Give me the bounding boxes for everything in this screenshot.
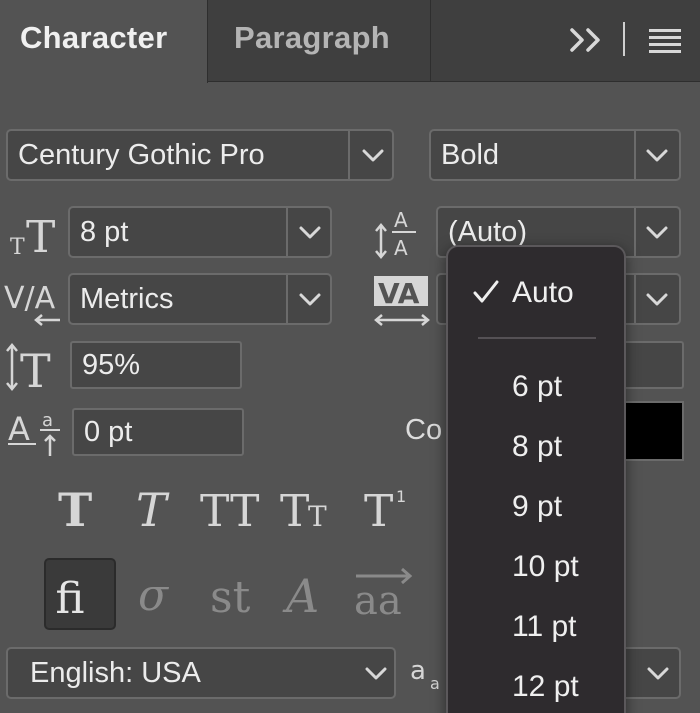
stylistic-alternates-icon[interactable]: aa xyxy=(352,558,424,630)
svg-text:A: A xyxy=(8,410,30,448)
chevron-down-icon xyxy=(646,293,668,306)
baseline-shift-input[interactable]: 0 pt xyxy=(72,408,244,456)
menu-item-6pt[interactable]: 6 pt xyxy=(448,359,624,415)
menu-item-12pt[interactable]: 12 pt xyxy=(448,659,624,713)
svg-text:st: st xyxy=(210,572,251,623)
svg-text:T: T xyxy=(308,500,327,533)
panel-menu-icon[interactable] xyxy=(648,26,682,54)
svg-text:A: A xyxy=(394,208,408,232)
chevron-down-icon xyxy=(299,293,321,306)
kerning-value: Metrics xyxy=(80,283,174,315)
svg-text:a: a xyxy=(410,656,426,686)
svg-text:V/A: V/A xyxy=(4,281,56,316)
faux-bold-icon[interactable]: T xyxy=(50,480,110,536)
menu-item-label: 8 pt xyxy=(512,430,563,463)
toolbar-separator xyxy=(623,22,625,56)
menu-item-9pt[interactable]: 9 pt xyxy=(448,479,624,535)
contextual-alternates-icon[interactable]: σ xyxy=(130,558,202,630)
ligature-fi-icon: fi xyxy=(55,574,84,624)
svg-text:fi: fi xyxy=(55,574,84,624)
svg-text:T: T xyxy=(20,344,51,393)
menu-item-label: 12 pt xyxy=(512,670,579,703)
chevron-down-icon xyxy=(362,149,384,162)
leading-options-menu: Auto 6 pt 8 pt 9 pt 10 pt 11 pt 12 pt xyxy=(446,245,626,713)
vertical-scale-icon: T xyxy=(6,343,51,393)
svg-text:T: T xyxy=(26,212,55,258)
swash-icon[interactable]: A xyxy=(278,558,350,630)
chevron-down-icon xyxy=(647,667,669,680)
menu-item-label: 10 pt xyxy=(512,550,579,583)
svg-text:T: T xyxy=(58,483,92,536)
svg-text:T: T xyxy=(280,486,309,536)
menu-item-label: 11 pt xyxy=(512,610,577,643)
font-family-dropdown[interactable]: Century Gothic Pro xyxy=(6,129,394,181)
color-swatch[interactable] xyxy=(620,401,684,461)
panel-tab-bar: Character Paragraph xyxy=(0,0,700,83)
menu-separator xyxy=(478,337,596,339)
small-caps-icon[interactable]: T T xyxy=(278,480,348,536)
collapse-panel-icon[interactable] xyxy=(568,22,608,58)
svg-text:T: T xyxy=(364,486,393,536)
svg-text:a: a xyxy=(430,674,440,693)
svg-text:A: A xyxy=(282,569,319,623)
svg-text:TT: TT xyxy=(200,486,260,536)
tracking-icon: VA xyxy=(374,276,430,326)
language-dropdown[interactable]: English: USA xyxy=(6,647,396,699)
font-family-value: Century Gothic Pro xyxy=(18,139,265,171)
font-size-icon: T T xyxy=(10,212,55,258)
kerning-dropdown[interactable]: Metrics xyxy=(68,273,332,325)
font-style-value: Bold xyxy=(441,139,500,171)
baseline-shift-icon: A a xyxy=(8,410,60,456)
tab-character-label: Character xyxy=(20,20,168,55)
svg-text:VA: VA xyxy=(378,277,420,310)
checkmark-icon xyxy=(473,280,499,303)
menu-item-label: Auto xyxy=(512,276,574,309)
menu-item-label: 9 pt xyxy=(512,490,563,523)
anti-aliasing-icon: a a xyxy=(410,656,440,693)
svg-text:T: T xyxy=(136,483,170,536)
svg-text:T: T xyxy=(10,235,25,258)
vertical-scale-input[interactable]: 95% xyxy=(70,341,242,389)
chevron-down-icon xyxy=(365,667,387,680)
baseline-shift-value: 0 pt xyxy=(84,416,133,448)
tab-character[interactable]: Character xyxy=(0,0,208,83)
menu-item-10pt[interactable]: 10 pt xyxy=(448,539,624,595)
menu-item-label: 6 pt xyxy=(512,370,563,403)
language-value: English: USA xyxy=(30,657,201,689)
kerning-icon: V/A xyxy=(4,281,60,326)
leading-icon: A A xyxy=(375,208,416,260)
svg-text:a: a xyxy=(42,410,53,431)
faux-italic-icon[interactable]: T xyxy=(126,480,186,536)
font-size-value: 8 pt xyxy=(80,216,129,248)
superscript-icon[interactable]: T 1 xyxy=(360,480,420,536)
menu-item-auto[interactable]: Auto xyxy=(448,265,624,321)
font-size-dropdown[interactable]: 8 pt xyxy=(68,206,332,258)
svg-text:aa: aa xyxy=(354,578,402,624)
menu-item-11pt[interactable]: 11 pt xyxy=(448,599,624,655)
tab-divider xyxy=(430,0,431,82)
tab-paragraph[interactable]: Paragraph xyxy=(234,20,390,56)
all-caps-icon[interactable]: TT xyxy=(198,480,268,536)
chevron-down-icon xyxy=(646,226,668,239)
chevron-down-icon xyxy=(299,226,321,239)
svg-text:A: A xyxy=(394,236,408,260)
standard-ligatures-button[interactable]: fi xyxy=(44,558,116,630)
svg-text:1: 1 xyxy=(396,487,406,506)
font-style-dropdown[interactable]: Bold xyxy=(429,129,681,181)
chevron-down-icon xyxy=(646,149,668,162)
svg-text:σ: σ xyxy=(138,570,170,621)
discretionary-ligatures-icon[interactable]: st xyxy=(204,558,276,630)
menu-item-8pt[interactable]: 8 pt xyxy=(448,419,624,475)
color-label: Co xyxy=(405,414,443,446)
vertical-scale-value: 95% xyxy=(82,349,141,381)
